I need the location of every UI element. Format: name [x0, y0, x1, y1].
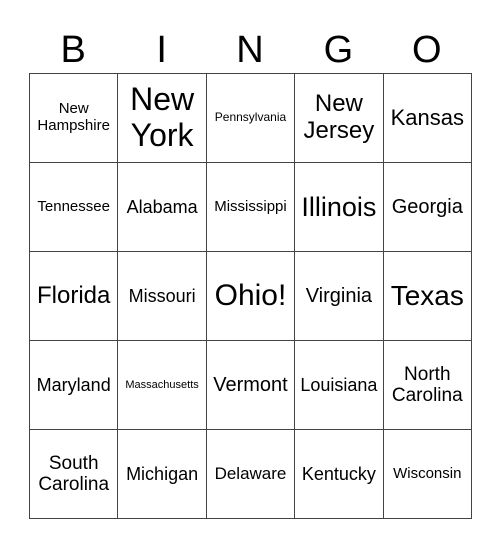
bingo-cell[interactable]: Kentucky: [294, 429, 384, 519]
bingo-cell[interactable]: Kansas: [382, 73, 473, 163]
bingo-cell[interactable]: Massachusetts: [117, 340, 207, 430]
bingo-cell[interactable]: Delaware: [205, 429, 296, 519]
bingo-cell[interactable]: South Carolina: [28, 429, 119, 519]
bingo-cell[interactable]: New York: [117, 73, 207, 163]
bingo-cell[interactable]: Florida: [28, 251, 119, 341]
bingo-cell[interactable]: Ohio!: [205, 251, 296, 341]
bingo-row: Maryland Massachusetts Vermont Louisiana Nor…: [28, 340, 473, 430]
bingo-cell[interactable]: Illinois: [294, 162, 384, 252]
bingo-row: South Carolina Michigan Delaware Kentucky Wi…: [28, 429, 473, 519]
bingo-cell[interactable]: Georgia: [382, 162, 473, 252]
bingo-cell[interactable]: Maryland: [28, 340, 119, 430]
bingo-row: Tennessee Alabama Mississippi Illinois Georg…: [28, 162, 473, 252]
bingo-cell[interactable]: Alabama: [117, 162, 207, 252]
bingo-cell[interactable]: Mississippi: [205, 162, 296, 252]
bingo-header: B I N G O: [29, 28, 471, 72]
bingo-cell[interactable]: North Carolina: [382, 340, 473, 430]
bingo-cell[interactable]: New Jersey: [294, 73, 384, 163]
bingo-cell[interactable]: Louisiana: [294, 340, 384, 430]
header-letter-n: N: [236, 29, 264, 71]
bingo-card: New Hampshire New York Pennsylvania New Jer…: [28, 73, 473, 519]
bingo-row: New Hampshire New York Pennsylvania New Jer…: [28, 73, 473, 163]
bingo-cell[interactable]: New Hampshire: [28, 73, 119, 163]
header-letter-i: I: [156, 29, 167, 71]
header-letter-b: B: [60, 29, 86, 71]
header-letter-o: O: [412, 29, 442, 71]
bingo-row: Florida Missouri Ohio! Virginia Texas: [28, 251, 473, 341]
header-letter-g: G: [323, 29, 354, 71]
bingo-cell[interactable]: Virginia: [294, 251, 384, 341]
bingo-cell[interactable]: Tennessee: [28, 162, 119, 252]
bingo-cell[interactable]: Texas: [382, 251, 473, 341]
bingo-cell[interactable]: Pennsylvania: [205, 73, 296, 163]
bingo-cell[interactable]: Wisconsin: [382, 429, 473, 519]
bingo-cell[interactable]: Vermont: [205, 340, 296, 430]
bingo-cell[interactable]: Missouri: [117, 251, 207, 341]
bingo-cell[interactable]: Michigan: [117, 429, 207, 519]
